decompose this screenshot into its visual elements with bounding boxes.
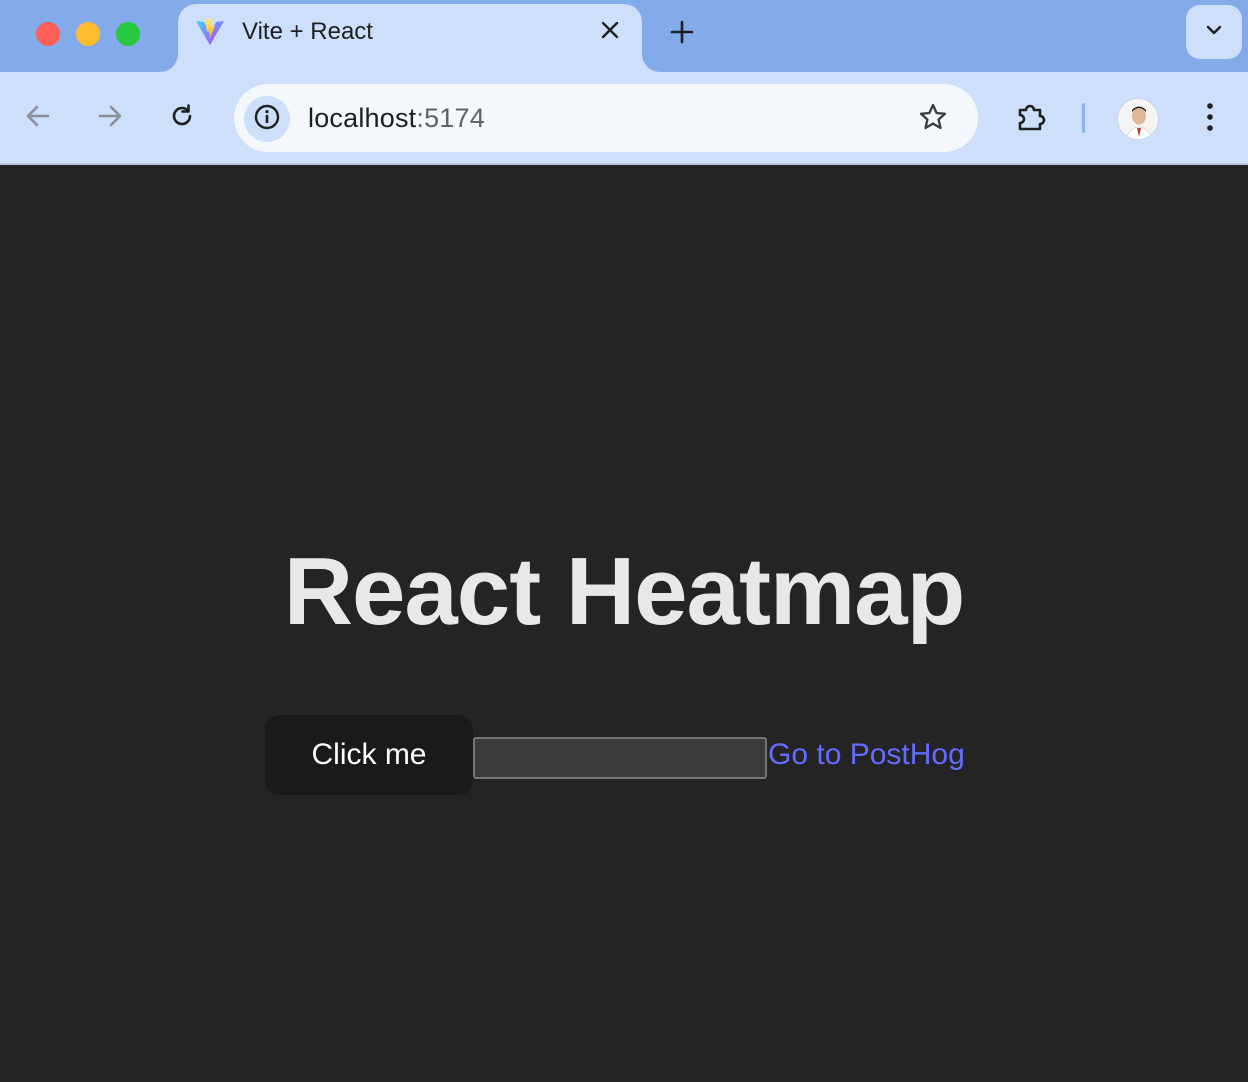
extensions-button[interactable] — [1010, 98, 1052, 140]
reload-button[interactable] — [162, 98, 202, 138]
tab-search-button[interactable] — [1186, 5, 1242, 59]
url-port: :5174 — [416, 103, 485, 133]
minimize-window-button[interactable] — [76, 22, 100, 46]
back-arrow-icon — [24, 102, 52, 135]
new-tab-button[interactable] — [664, 16, 700, 52]
posthog-link[interactable]: Go to PostHog — [768, 738, 965, 772]
toolbar-divider — [1082, 103, 1085, 133]
url-text[interactable]: localhost:5174 — [308, 103, 485, 134]
kebab-menu-icon — [1205, 101, 1215, 138]
site-info-button[interactable] — [244, 96, 290, 142]
maximize-window-button[interactable] — [116, 22, 140, 46]
back-button[interactable] — [18, 98, 58, 138]
puzzle-icon — [1014, 100, 1048, 139]
reload-icon — [168, 102, 196, 135]
bookmark-button[interactable] — [916, 102, 950, 136]
text-input[interactable] — [473, 737, 767, 779]
info-icon — [253, 103, 281, 136]
address-bar[interactable]: localhost:5174 — [234, 84, 978, 152]
page-title: React Heatmap — [283, 538, 966, 645]
star-icon — [918, 102, 948, 137]
chevron-down-icon — [1204, 20, 1224, 45]
plus-icon — [670, 20, 694, 49]
url-host: localhost — [308, 103, 417, 133]
close-icon[interactable] — [596, 16, 624, 44]
browser-menu-button[interactable] — [1192, 98, 1228, 140]
close-window-button[interactable] — [36, 22, 60, 46]
tab-title: Vite + React — [242, 18, 373, 45]
forward-arrow-icon — [96, 102, 124, 135]
vite-logo-icon — [194, 16, 226, 48]
page-content: React Heatmap Click me Go to PostHog — [0, 167, 1248, 1082]
forward-button[interactable] — [90, 98, 130, 138]
browser-tab[interactable]: Vite + React — [178, 4, 642, 72]
tab-strip: Vite + React — [0, 0, 1248, 72]
profile-avatar[interactable] — [1117, 98, 1159, 140]
browser-toolbar: localhost:5174 — [0, 72, 1248, 165]
click-me-button[interactable]: Click me — [265, 715, 473, 795]
